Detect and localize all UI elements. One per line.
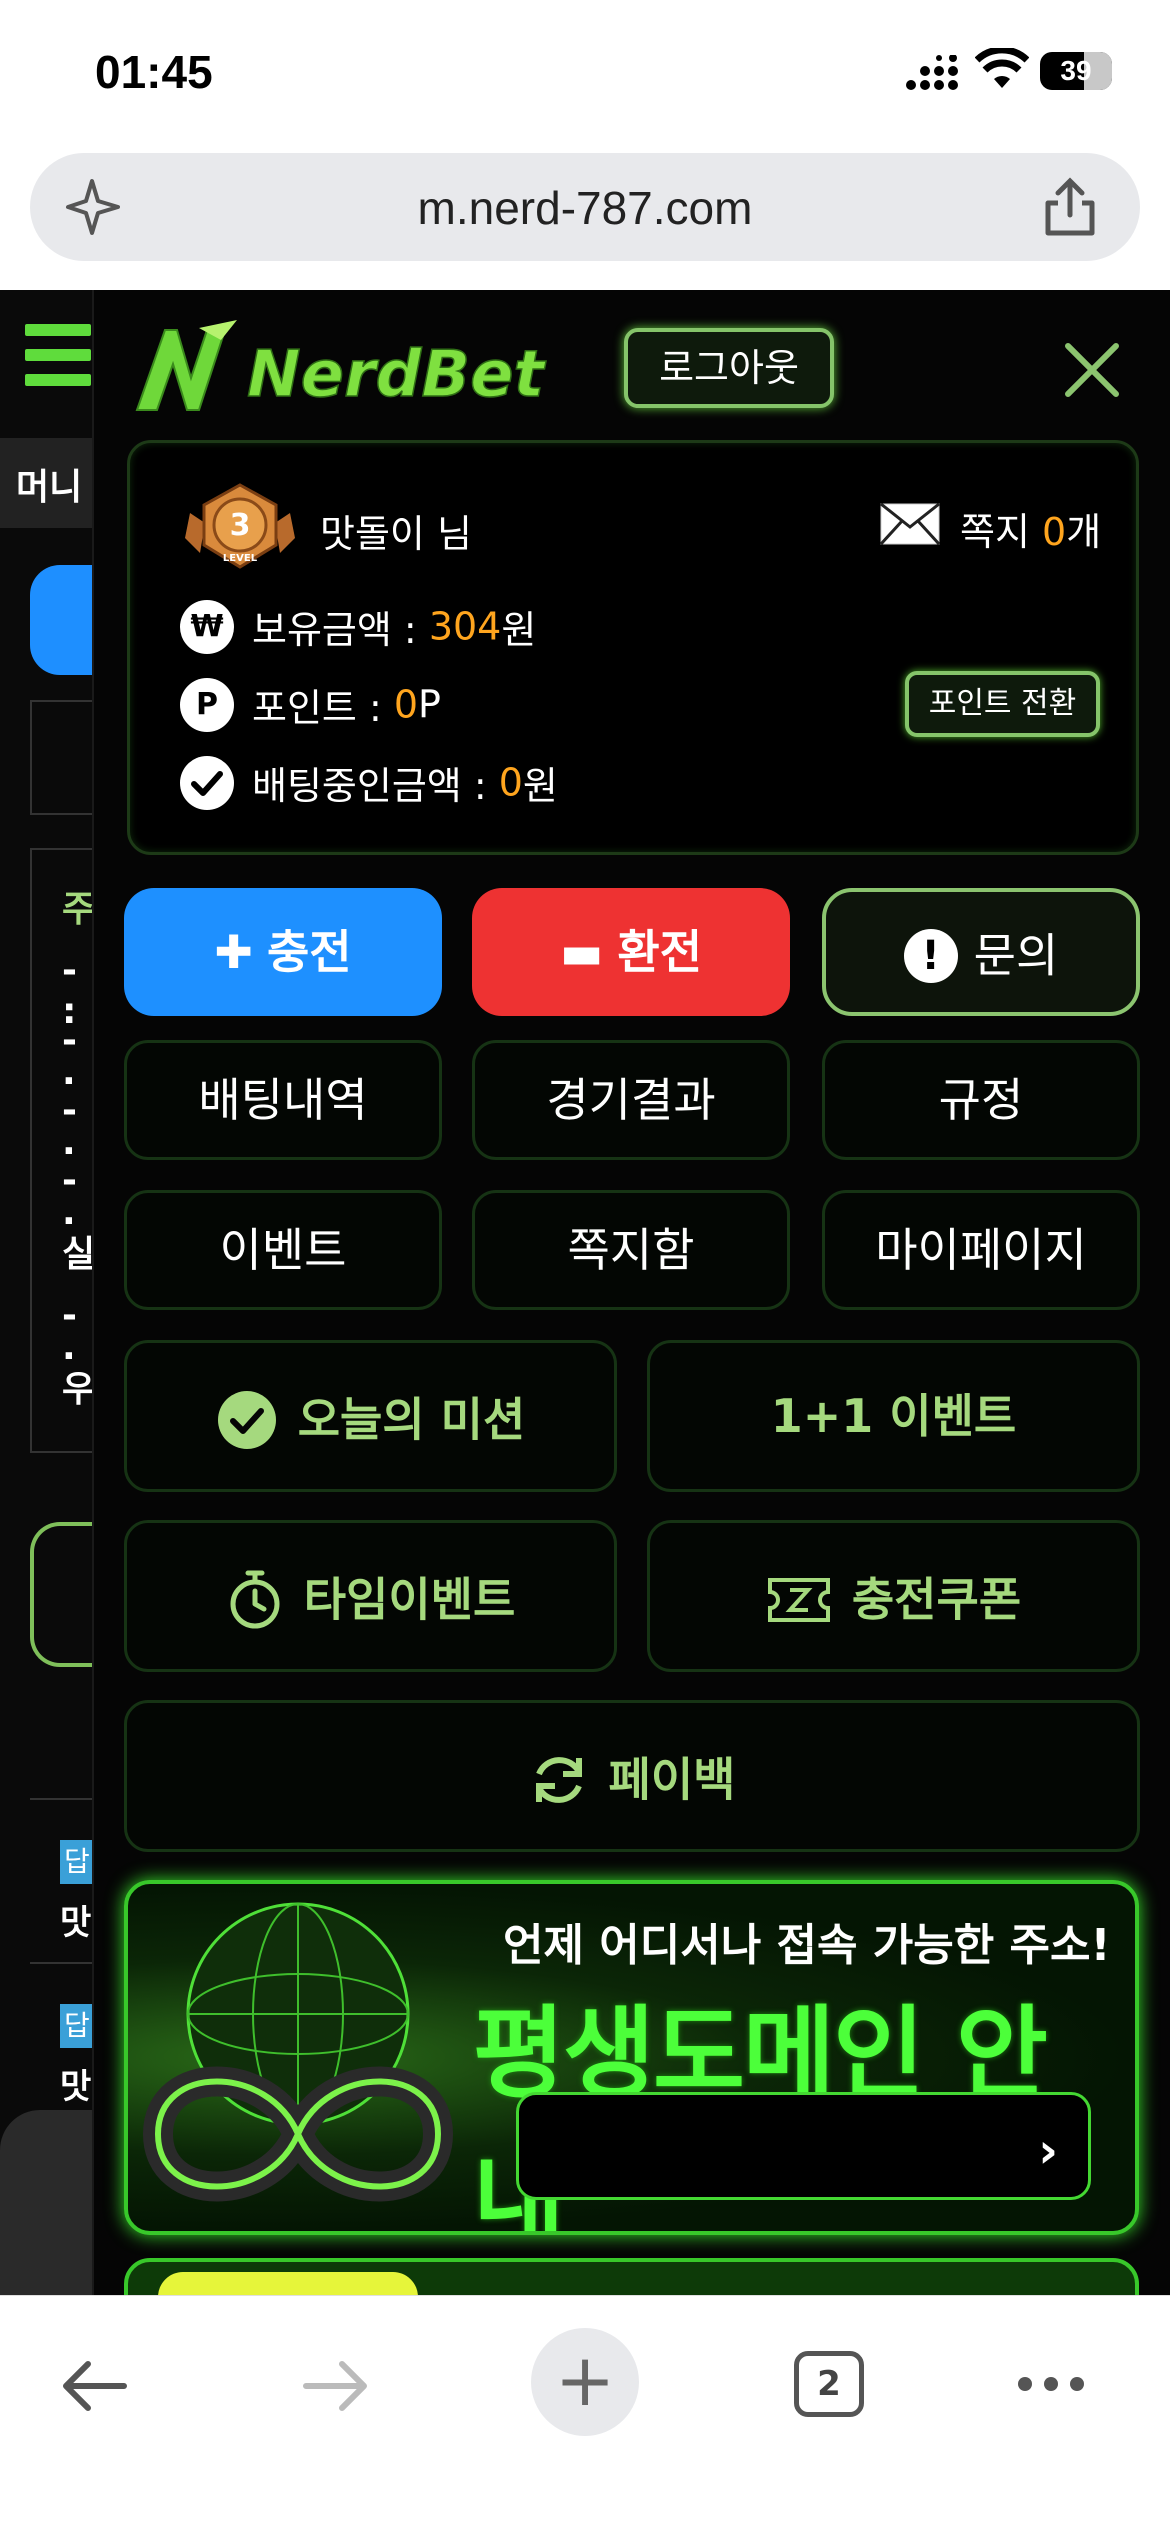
charge-label: 충전: [266, 925, 352, 979]
plus-icon: ✚: [214, 925, 253, 979]
chevron-right-icon: ›: [1038, 2123, 1058, 2179]
minus-icon: ▬: [559, 925, 604, 979]
won-icon: ₩: [180, 599, 234, 654]
address-bar[interactable]: m.nerd-787.com: [30, 153, 1140, 261]
notes-unit: 개: [1066, 510, 1102, 554]
battery-level: 39: [1060, 55, 1092, 86]
url-text[interactable]: m.nerd-787.com: [30, 181, 1140, 235]
wifi-icon: [975, 48, 1029, 88]
banner-subtitle: 언제 어디서나 접속 가능한 주소!: [503, 1920, 1111, 1971]
status-time: 01:45: [95, 46, 213, 98]
message-box-button[interactable]: 쪽지함: [472, 1190, 790, 1310]
exclamation-icon: !: [903, 928, 958, 983]
notes-label: 쪽지: [960, 510, 1030, 554]
logout-button[interactable]: 로그아웃: [624, 328, 834, 408]
point-value: 0: [393, 682, 419, 727]
side-menu: NerdBet 로그아웃 3 LEVEL 맛돌이 님 쪽지 0개 ₩ 보유금액 …: [92, 290, 1170, 2295]
notice-line: 실: [62, 1234, 96, 1275]
nerdbet-logo[interactable]: NerdBet: [129, 318, 589, 418]
banner-link-field[interactable]: ›: [516, 2092, 1091, 2200]
list-item[interactable]: 답 맛: [30, 1798, 100, 1948]
inquiry-button[interactable]: ! 문의: [822, 888, 1140, 1016]
mail-icon[interactable]: [880, 503, 940, 545]
time-event-button[interactable]: 타임이벤트: [124, 1520, 617, 1672]
level-caption: LEVEL: [223, 553, 258, 564]
check-circle-icon: [217, 1390, 276, 1449]
banner-pill: [158, 2272, 418, 2295]
daily-mission-label: 오늘의 미션: [297, 1392, 526, 1447]
browser-toolbar: + 2: [0, 2295, 1170, 2532]
betting-unit: 원: [522, 764, 558, 808]
time-event-label: 타임이벤트: [303, 1572, 516, 1627]
notes-count[interactable]: 쪽지 0개: [960, 501, 1101, 556]
back-arrow-icon[interactable]: [58, 2356, 130, 2416]
globe-infinity-icon: [142, 1902, 454, 2202]
balance-label: 보유금액 :: [252, 608, 429, 652]
point-icon: P: [180, 677, 234, 732]
cellular-signal-icon: [906, 55, 958, 90]
betting-history-button[interactable]: 배팅내역: [124, 1040, 442, 1160]
background-green-button[interactable]: [30, 1522, 100, 1667]
user-info-card: 3 LEVEL 맛돌이 님 쪽지 0개 ₩ 보유금액 : 304원 P 포인트 : …: [127, 440, 1139, 855]
status-bar: 01:45 39: [0, 0, 1170, 145]
daily-mission-button[interactable]: 오늘의 미션: [124, 1340, 617, 1492]
charge-coupon-button[interactable]: 충전쿠폰: [647, 1520, 1140, 1672]
background-bottom-panel: [0, 2110, 92, 2295]
mypage-button[interactable]: 마이페이지: [822, 1190, 1140, 1310]
second-banner[interactable]: [124, 2258, 1139, 2295]
web-page: 머니 주 - : - · - · - · 실 - · 우 답 맛 답 맛 Ner…: [0, 290, 1170, 2295]
notice-line: 주: [62, 889, 96, 930]
point-convert-button[interactable]: 포인트 전환: [905, 671, 1100, 737]
stopwatch-icon: [230, 1570, 280, 1628]
level-badge-icon: 3 LEVEL: [185, 483, 295, 569]
point-row: P 포인트 : 0P: [180, 677, 441, 732]
notes-count-value: 0: [1042, 510, 1067, 554]
battery-icon: 39: [1040, 52, 1112, 90]
betting-label: 배팅중인금액 :: [252, 764, 499, 808]
tab-switcher-button[interactable]: 2: [794, 2351, 864, 2417]
background-box: [30, 700, 100, 815]
payback-button[interactable]: 페이백: [124, 1700, 1140, 1852]
charge-button[interactable]: ✚ 충전: [124, 888, 442, 1016]
username: 맛돌이 님: [320, 512, 472, 556]
background-page: 머니 주 - : - · - · - · 실 - · 우 답 맛 답 맛: [0, 290, 100, 2295]
inquiry-label: 문의: [973, 928, 1059, 983]
notice-line: 우: [62, 1369, 96, 1410]
balance-value: 304: [428, 604, 502, 649]
betting-value: 0: [498, 760, 523, 805]
list-item-text: 맛: [60, 2067, 92, 2107]
balance-unit: 원: [501, 608, 537, 652]
point-unit: P: [418, 682, 441, 727]
rules-button[interactable]: 규정: [822, 1040, 1140, 1160]
charge-coupon-label: 충전쿠폰: [851, 1572, 1022, 1627]
one-plus-one-event-button[interactable]: 1+1 이벤트: [647, 1340, 1140, 1492]
coupon-icon: [767, 1577, 830, 1622]
point-label: 포인트 :: [252, 686, 394, 730]
list-item-text: 맛: [60, 1903, 92, 1943]
logo-text: NerdBet: [247, 338, 547, 412]
game-results-button[interactable]: 경기결과: [472, 1040, 790, 1160]
check-icon: [180, 755, 234, 810]
hamburger-icon[interactable]: [25, 324, 91, 390]
permanent-domain-banner[interactable]: 언제 어디서나 접속 가능한 주소! 평생도메인 안내 ›: [124, 1880, 1139, 2235]
events-button[interactable]: 이벤트: [124, 1190, 442, 1310]
new-tab-button[interactable]: +: [531, 2328, 639, 2436]
more-options-icon[interactable]: [1015, 2374, 1087, 2394]
level-number: 3: [230, 508, 251, 543]
background-blue-button[interactable]: [30, 565, 100, 675]
share-icon[interactable]: [1040, 175, 1100, 239]
exchange-label: 환전: [617, 925, 703, 979]
exchange-button[interactable]: ▬ 환전: [472, 888, 790, 1016]
background-notice-box: 주 - : - · - · - · 실 - · 우: [30, 848, 100, 1453]
forward-arrow-icon[interactable]: [300, 2356, 372, 2416]
refresh-icon: [535, 1756, 582, 1803]
betting-row: 배팅중인금액 : 0원: [180, 755, 558, 810]
background-tab[interactable]: 머니: [0, 438, 92, 528]
payback-label: 페이백: [608, 1752, 736, 1807]
balance-row: ₩ 보유금액 : 304원: [180, 599, 536, 654]
list-item[interactable]: 답 맛: [30, 1962, 100, 2112]
close-icon[interactable]: [1062, 340, 1122, 400]
